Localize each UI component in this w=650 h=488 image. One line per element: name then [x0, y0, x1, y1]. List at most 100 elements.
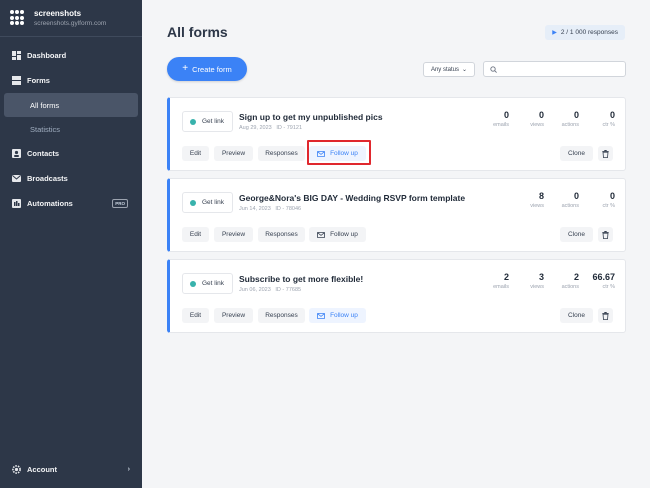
- sidebar-item-automations[interactable]: Automations PRO: [0, 191, 142, 216]
- sidebar-item-forms[interactable]: Forms: [0, 68, 142, 93]
- edit-button[interactable]: Edit: [182, 146, 209, 161]
- search-input[interactable]: [501, 65, 611, 73]
- stat-actions: 0 actions: [539, 110, 579, 128]
- trash-icon: [602, 149, 609, 158]
- highlight-box: [307, 140, 371, 165]
- stat-label: emails: [493, 122, 509, 128]
- form-card: Get link George&Nora's BIG DAY - Wedding…: [167, 178, 626, 252]
- stat-ctr: 66.67 ctr %: [575, 272, 615, 290]
- clone-button[interactable]: Clone: [560, 227, 593, 242]
- get-link-button[interactable]: Get link: [182, 192, 233, 213]
- stat-value: 2: [573, 272, 579, 282]
- stat-label: actions: [561, 122, 579, 128]
- sidebar-item-label: Account: [27, 464, 57, 474]
- status-dot-icon: [190, 199, 196, 206]
- stat-views: 0 views: [504, 110, 544, 128]
- get-link-button[interactable]: Get link: [182, 111, 233, 132]
- stat-label: views: [530, 122, 544, 128]
- stat-value: 0: [573, 191, 579, 201]
- preview-button[interactable]: Preview: [214, 308, 253, 323]
- form-card: Get link Subscribe to get more flexible!…: [167, 259, 626, 333]
- responses-button[interactable]: Responses: [258, 146, 305, 161]
- get-link-button[interactable]: Get link: [182, 273, 233, 294]
- stat-label: emails: [493, 284, 509, 290]
- stat-value: 2: [503, 272, 509, 282]
- envelope-icon: [317, 231, 326, 238]
- sidebar-item-statistics[interactable]: Statistics: [4, 117, 138, 141]
- form-date: Jun 14, 2023: [239, 206, 271, 212]
- sidebar-item-dashboard[interactable]: Dashboard: [0, 43, 142, 68]
- sidebar-item-label: Broadcasts: [27, 174, 68, 183]
- stat-emails: 2 emails: [469, 272, 509, 290]
- stat-label: actions: [561, 203, 579, 209]
- trash-button[interactable]: [598, 146, 613, 161]
- edit-button[interactable]: Edit: [182, 227, 209, 242]
- play-icon: ▶: [552, 30, 557, 36]
- follow-up-label: Follow up: [330, 312, 358, 319]
- follow-up-button[interactable]: Follow up: [309, 227, 366, 242]
- preview-button[interactable]: Preview: [214, 227, 253, 242]
- get-link-label: Get link: [202, 199, 225, 206]
- gear-icon: [12, 464, 21, 474]
- brand-logo-icon: [10, 10, 26, 26]
- sidebar-item-account[interactable]: Account ›: [0, 460, 142, 478]
- form-meta: Jun 14, 2023 ID - 78046: [239, 206, 301, 212]
- stat-label: ctr %: [602, 203, 615, 209]
- preview-button[interactable]: Preview: [214, 146, 253, 161]
- contacts-icon: [12, 149, 21, 158]
- create-form-button[interactable]: + Create form: [167, 57, 247, 81]
- chevron-right-icon: ›: [127, 465, 130, 473]
- trash-button[interactable]: [598, 308, 613, 323]
- form-meta: Jun 06, 2023 ID - 77685: [239, 287, 301, 293]
- stat-actions: 0 actions: [539, 191, 579, 209]
- stat-emails: 0 emails: [469, 110, 509, 128]
- stat-value: 8: [538, 191, 544, 201]
- brand[interactable]: screenshots screenshots.gylform.com: [0, 0, 142, 37]
- trash-icon: [602, 230, 609, 239]
- responses-button[interactable]: Responses: [258, 308, 305, 323]
- stat-label: views: [530, 284, 544, 290]
- envelope-icon: [317, 312, 326, 319]
- form-date: Jun 06, 2023: [239, 287, 271, 293]
- sidebar-item-contacts[interactable]: Contacts: [0, 141, 142, 166]
- form-id: ID - 77685: [275, 287, 302, 293]
- status-filter-select[interactable]: Any status ⌄: [423, 62, 475, 77]
- dashboard-icon: [12, 51, 21, 60]
- sidebar: screenshots screenshots.gylform.com Dash…: [0, 0, 142, 488]
- form-title[interactable]: George&Nora's BIG DAY - Wedding RSVP for…: [239, 193, 465, 203]
- trash-button[interactable]: [598, 227, 613, 242]
- clone-button[interactable]: Clone: [560, 146, 593, 161]
- stat-ctr: 0 ctr %: [575, 110, 615, 128]
- chevron-down-icon: ⌄: [461, 67, 468, 73]
- sidebar-item-label: Contacts: [27, 149, 60, 158]
- edit-button[interactable]: Edit: [182, 308, 209, 323]
- sidebar-nav: Dashboard Forms All forms Statistics Con…: [0, 37, 142, 216]
- clone-button[interactable]: Clone: [560, 308, 593, 323]
- get-link-label: Get link: [202, 280, 225, 287]
- form-title[interactable]: Subscribe to get more flexible!: [239, 274, 363, 284]
- search-icon: [490, 65, 497, 73]
- search-box[interactable]: [483, 61, 626, 77]
- follow-up-button[interactable]: Follow up: [309, 308, 366, 323]
- stat-label: views: [530, 203, 544, 209]
- stat-actions: 2 actions: [539, 272, 579, 290]
- page-title: All forms: [167, 24, 228, 40]
- form-card: Get link Sign up to get my unpublished p…: [167, 97, 626, 171]
- form-date: Aug 29, 2023: [239, 125, 272, 131]
- stat-label: ctr %: [602, 284, 615, 290]
- form-id: ID - 79121: [276, 125, 303, 131]
- automations-icon: [12, 199, 21, 208]
- sidebar-item-broadcasts[interactable]: Broadcasts: [0, 166, 142, 191]
- responses-usage-badge[interactable]: ▶ 2 / 1 000 responses: [545, 25, 625, 40]
- status-filter-value: Any status: [430, 66, 459, 73]
- sidebar-item-all-forms[interactable]: All forms: [4, 93, 138, 117]
- responses-button[interactable]: Responses: [258, 227, 305, 242]
- trash-icon: [602, 311, 609, 320]
- pro-badge: PRO: [112, 199, 128, 208]
- stat-value: 0: [609, 191, 615, 201]
- form-title[interactable]: Sign up to get my unpublished pics: [239, 112, 383, 122]
- get-link-label: Get link: [202, 118, 225, 125]
- stat-value: 0: [538, 110, 544, 120]
- create-form-label: Create form: [192, 64, 232, 74]
- forms-icon: [12, 76, 21, 85]
